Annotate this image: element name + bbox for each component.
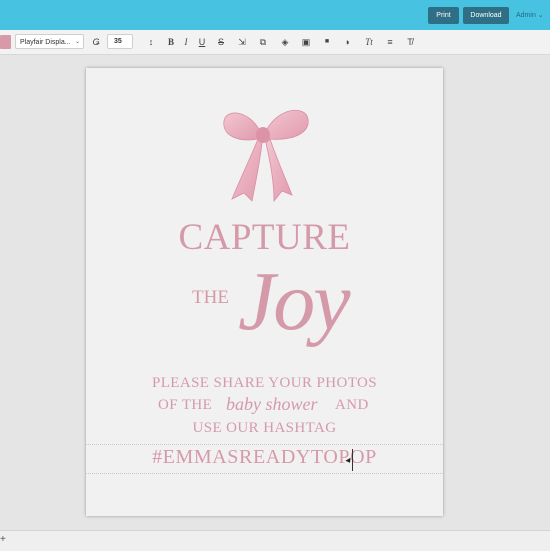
text-formatting-toolbar: Playfair Displa... ⌄ Ǥ 35 ↕ B I U S ⇲ ⧉ …	[0, 30, 550, 55]
bottom-bar: +	[0, 530, 550, 551]
the-word[interactable]: THE	[192, 287, 229, 309]
instructions-line-2-suffix[interactable]: AND	[335, 397, 369, 414]
add-page-button[interactable]: +	[0, 534, 6, 545]
layers-icon[interactable]: ◈	[278, 35, 292, 49]
chevron-down-icon: ⌄	[74, 39, 80, 45]
duplicate-icon[interactable]: ⧉	[256, 35, 270, 49]
resize-icon[interactable]: ⇲	[235, 35, 249, 49]
clear-format-icon[interactable]: T̸	[403, 35, 417, 49]
strikethrough-icon[interactable]: S	[214, 35, 228, 49]
underline-icon[interactable]: U	[195, 35, 209, 49]
hashtag-text[interactable]: #EMMASREADYTOPOP	[86, 446, 443, 469]
italic-icon[interactable]: I	[179, 35, 193, 49]
baby-shower-script[interactable]: baby shower	[226, 394, 318, 415]
joy-script-word[interactable]: Joy	[238, 253, 351, 350]
download-button[interactable]: Download	[463, 7, 509, 24]
bold-icon[interactable]: B	[164, 35, 178, 49]
font-size-input[interactable]: 35	[107, 34, 133, 49]
top-header-bar: Print Download Admin ⌄	[0, 0, 550, 30]
font-family-value: Playfair Displa...	[20, 39, 71, 46]
arrange-icon[interactable]: ▣	[299, 35, 313, 49]
pink-bow-illustration[interactable]	[216, 103, 312, 203]
line-spacing-icon[interactable]: ≡	[383, 35, 397, 49]
text-color-swatch[interactable]	[0, 35, 11, 49]
user-menu[interactable]: Admin ⌄	[516, 7, 544, 24]
text-transform-icon[interactable]: Tt	[362, 35, 376, 49]
font-family-select[interactable]: Playfair Displa... ⌄	[15, 34, 84, 49]
text-effect-icon[interactable]: Ǥ	[89, 35, 103, 49]
instructions-line-1[interactable]: PLEASE SHARE YOUR PHOTOS	[86, 375, 443, 392]
letter-spacing-icon[interactable]: ↕	[144, 35, 158, 49]
opacity-icon[interactable]: ◑	[340, 35, 354, 49]
print-button[interactable]: Print	[428, 7, 459, 24]
instructions-line-3[interactable]: USE OUR HASHTAG	[86, 420, 443, 437]
instructions-line-2-prefix[interactable]: OF THE	[158, 397, 212, 414]
lock-icon[interactable]: ■	[320, 35, 334, 49]
